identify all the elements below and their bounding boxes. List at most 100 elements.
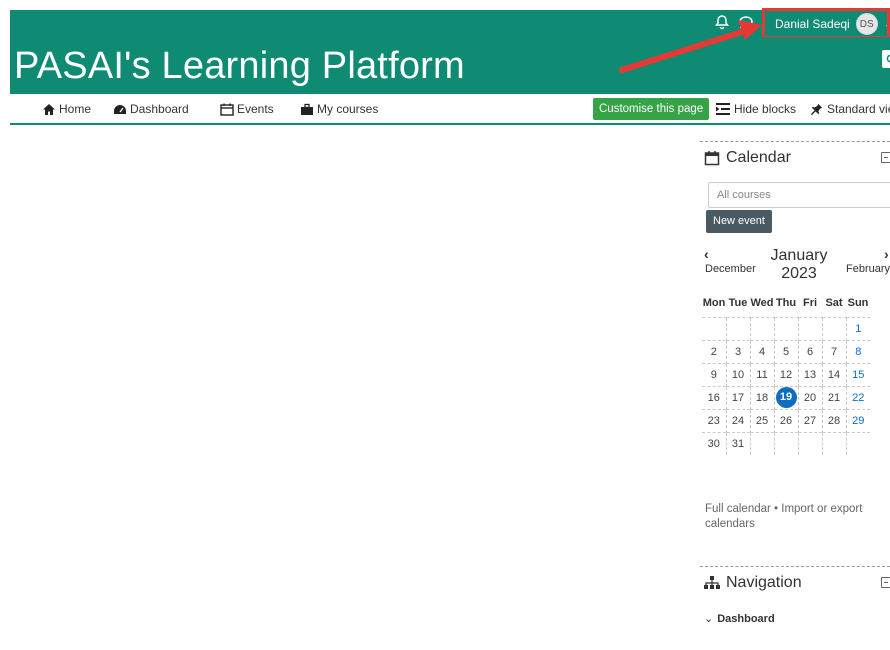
prev-month-link[interactable]: December — [705, 263, 756, 275]
calendar-day[interactable]: 14 — [821, 362, 846, 386]
site-title[interactable]: PASAI's Learning Platform — [14, 45, 465, 88]
navigation-block-title: Navigation — [704, 574, 802, 592]
calendar-day[interactable]: 27 — [797, 408, 822, 432]
calendar-block-title: Calendar — [704, 149, 791, 167]
calendar-day[interactable]: 20 — [797, 385, 822, 409]
new-event-button[interactable]: New event — [706, 210, 772, 233]
calendar-day[interactable]: 19 — [773, 385, 798, 409]
calendar-day[interactable]: 23 — [702, 408, 726, 432]
calendar-day[interactable]: 16 — [702, 385, 726, 409]
calendar-day[interactable]: 10 — [725, 362, 750, 386]
nav-my-courses-label[interactable]: My courses — [317, 102, 378, 116]
calendar-icon — [704, 151, 720, 166]
calendar-empty-cell — [797, 431, 822, 455]
calendar-day[interactable]: 2 — [702, 339, 726, 363]
nav-tree-dashboard[interactable]: ⌄ Dashboard — [704, 612, 775, 626]
weekday-header: Tue — [728, 296, 748, 309]
calendar-week-row: 2345678 — [702, 339, 870, 363]
standard-view-link[interactable]: Standard view — [810, 102, 890, 116]
today-marker[interactable]: 19 — [775, 387, 797, 408]
calendar-day[interactable]: 12 — [773, 362, 798, 386]
hide-blocks-label[interactable]: Hide blocks — [734, 102, 796, 116]
weekday-header: Thu — [775, 296, 797, 309]
calendar-empty-cell — [821, 431, 846, 455]
calendar-day[interactable]: 29 — [845, 408, 870, 432]
calendar-empty-cell — [773, 431, 798, 455]
indent-icon — [716, 103, 730, 115]
navigation-title-text: Navigation — [726, 574, 802, 591]
nav-events[interactable]: Events — [220, 102, 274, 116]
nav-tree-dashboard-label[interactable]: Dashboard — [717, 613, 774, 625]
dashboard-icon — [114, 104, 126, 114]
calendar-day[interactable]: 6 — [797, 339, 822, 363]
calendar-day[interactable]: 28 — [821, 408, 846, 432]
calendar-week-row: 30 31 — [702, 431, 870, 455]
main-navbar: Home Dashboard Events My courses Customi… — [10, 94, 890, 125]
nav-events-label[interactable]: Events — [237, 102, 274, 116]
calendar-day[interactable]: 30 — [702, 431, 726, 455]
course-filter-select[interactable]: All courses — [708, 182, 890, 208]
calendar-day[interactable]: 24 — [725, 408, 750, 432]
calendar-day[interactable]: 15 — [845, 362, 870, 386]
calendar-empty-cell — [797, 316, 822, 340]
calendar-day[interactable]: 8 — [845, 339, 870, 363]
month-name: January — [770, 247, 828, 264]
calendar-day[interactable]: 9 — [702, 362, 726, 386]
highlight-box — [762, 8, 890, 39]
calendar-week-row: 9 10 11 12 13 14 15 — [702, 362, 870, 386]
standard-view-label[interactable]: Standard view — [827, 102, 890, 116]
calendar-day[interactable]: 26 — [773, 408, 798, 432]
briefcase-icon — [301, 103, 313, 115]
calendar-icon — [220, 103, 234, 116]
search-icon[interactable] — [882, 50, 890, 68]
sitemap-icon — [704, 576, 720, 589]
calendar-empty-cell — [702, 316, 726, 340]
month-year: 2023 — [781, 265, 817, 282]
current-month: January 2023 — [764, 247, 834, 283]
calendar-day[interactable]: 5 — [773, 339, 798, 363]
calendar-week-row: 1 — [702, 316, 870, 340]
chevron-left-icon[interactable]: ‹ — [704, 246, 709, 262]
chat-icon[interactable] — [738, 14, 754, 30]
footer-separator: • — [770, 503, 782, 515]
calendar-body: 1 2 3 4 5 6 7 8 9 10 11 12 13 14 15 16 17 18 19 20 21 22 23 24 2… — [702, 316, 870, 455]
chevron-right-icon[interactable]: › — [884, 246, 889, 262]
nav-my-courses[interactable]: My courses — [300, 102, 378, 116]
calendar-empty-cell — [845, 431, 870, 455]
weekday-header: Wed — [750, 296, 774, 309]
calendar-day[interactable]: 7 — [821, 339, 846, 363]
calendar-title-text: Calendar — [726, 149, 791, 166]
nav-home[interactable]: Home — [42, 102, 91, 116]
calendar-day[interactable]: 22 — [845, 385, 870, 409]
calendar-empty-cell — [725, 316, 750, 340]
calendar-grid: Mon Tue Wed Thu Fri Sat Sun 1 2 3 4 5 6 7 8 9 10 1… — [702, 289, 870, 455]
top-bar: Danial Sadeqi DS ⌄ — [10, 10, 890, 37]
nav-dashboard-label[interactable]: Dashboard — [130, 102, 189, 116]
calendar-day[interactable]: 31 — [725, 431, 750, 455]
month-navigation: ‹ December January 2023 › February — [700, 246, 890, 286]
bell-icon[interactable] — [714, 14, 730, 30]
next-month-link[interactable]: February — [846, 263, 890, 275]
calendar-day[interactable]: 17 — [725, 385, 750, 409]
calendar-footer: Full calendar • Import or export calenda… — [705, 502, 885, 532]
pin-icon — [810, 103, 823, 115]
calendar-day[interactable]: 3 — [725, 339, 750, 363]
calendar-day[interactable]: 1 — [845, 316, 870, 340]
collapse-icon[interactable] — [881, 577, 890, 588]
nav-home-label[interactable]: Home — [59, 102, 91, 116]
weekday-header: Fri — [802, 296, 818, 309]
customise-page-button[interactable]: Customise this page — [593, 98, 710, 120]
calendar-day[interactable]: 4 — [749, 339, 774, 363]
calendar-empty-cell — [749, 431, 774, 455]
full-calendar-link[interactable]: Full calendar — [705, 503, 771, 515]
calendar-day[interactable]: 13 — [797, 362, 822, 386]
hide-blocks-link[interactable]: Hide blocks — [716, 102, 796, 116]
nav-dashboard[interactable]: Dashboard — [113, 102, 189, 116]
calendar-week-row: 23 24 25 26 27 28 29 — [702, 408, 870, 432]
calendar-day[interactable]: 25 — [749, 408, 774, 432]
calendar-day[interactable]: 11 — [749, 362, 774, 386]
collapse-icon[interactable] — [881, 152, 890, 163]
calendar-day[interactable]: 21 — [821, 385, 846, 409]
calendar-day[interactable]: 18 — [749, 385, 774, 409]
weekday-header-row: Mon Tue Wed Thu Fri Sat Sun — [702, 289, 870, 317]
